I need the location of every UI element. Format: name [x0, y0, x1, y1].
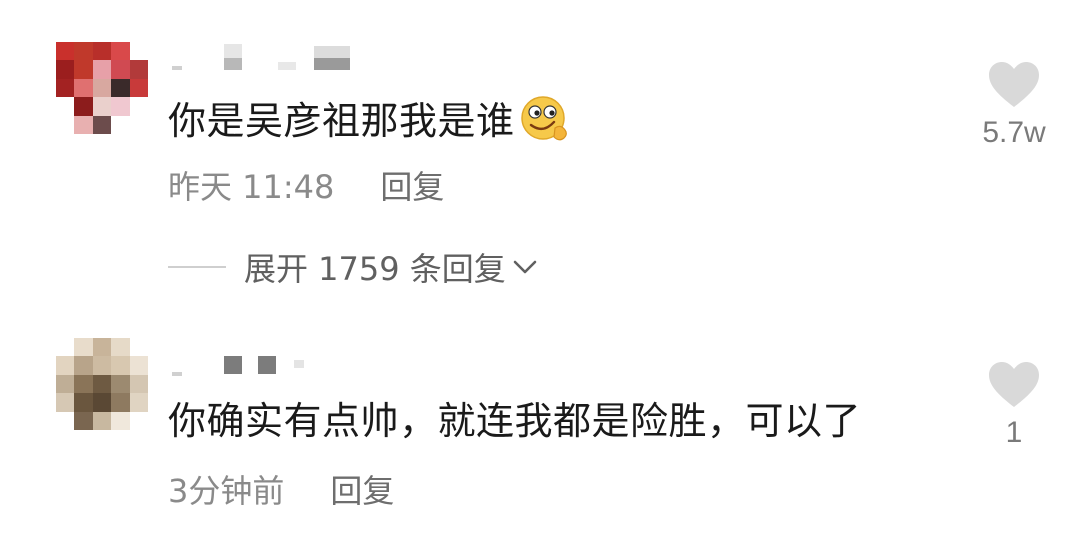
avatar[interactable]: [56, 338, 148, 430]
comment-text: 你是吴彦祖那我是谁: [168, 90, 573, 150]
like-button[interactable]: 5.7w: [954, 60, 1074, 150]
comment-meta: 3分钟前 回复: [168, 466, 394, 512]
username-redacted[interactable]: [168, 42, 358, 70]
comment-text: 你确实有点帅，就连我都是险胜，可以了: [168, 390, 861, 445]
expand-replies-button[interactable]: 展开 1759 条回复: [168, 244, 540, 290]
chevron-down-icon: [510, 252, 540, 282]
avatar[interactable]: [56, 42, 148, 134]
like-count: 5.7w: [982, 116, 1046, 149]
like-button[interactable]: 1: [954, 360, 1074, 450]
comment-meta: 昨天 11:48 回复: [168, 162, 444, 208]
like-count: 1: [1005, 416, 1023, 449]
heart-icon[interactable]: [987, 60, 1041, 110]
username-redacted[interactable]: [168, 350, 308, 376]
heart-icon[interactable]: [987, 360, 1041, 410]
comment-body: 你是吴彦祖那我是谁: [168, 99, 515, 143]
comment-time: 昨天 11:48: [168, 168, 335, 206]
reply-button[interactable]: 回复: [380, 168, 444, 206]
reply-button[interactable]: 回复: [330, 472, 394, 510]
smirking-face-emoji-icon: [517, 94, 573, 146]
divider-line: [168, 266, 226, 268]
comment-time: 3分钟前: [168, 472, 285, 510]
comment-list: 你是吴彦祖那我是谁 昨天 11:48 回复 展开 1759 条回复 5.7w 你…: [0, 0, 1080, 546]
comment-body: 你确实有点帅，就连我都是险胜，可以了: [168, 399, 862, 443]
expand-replies-label: 展开 1759 条回复: [244, 250, 506, 288]
